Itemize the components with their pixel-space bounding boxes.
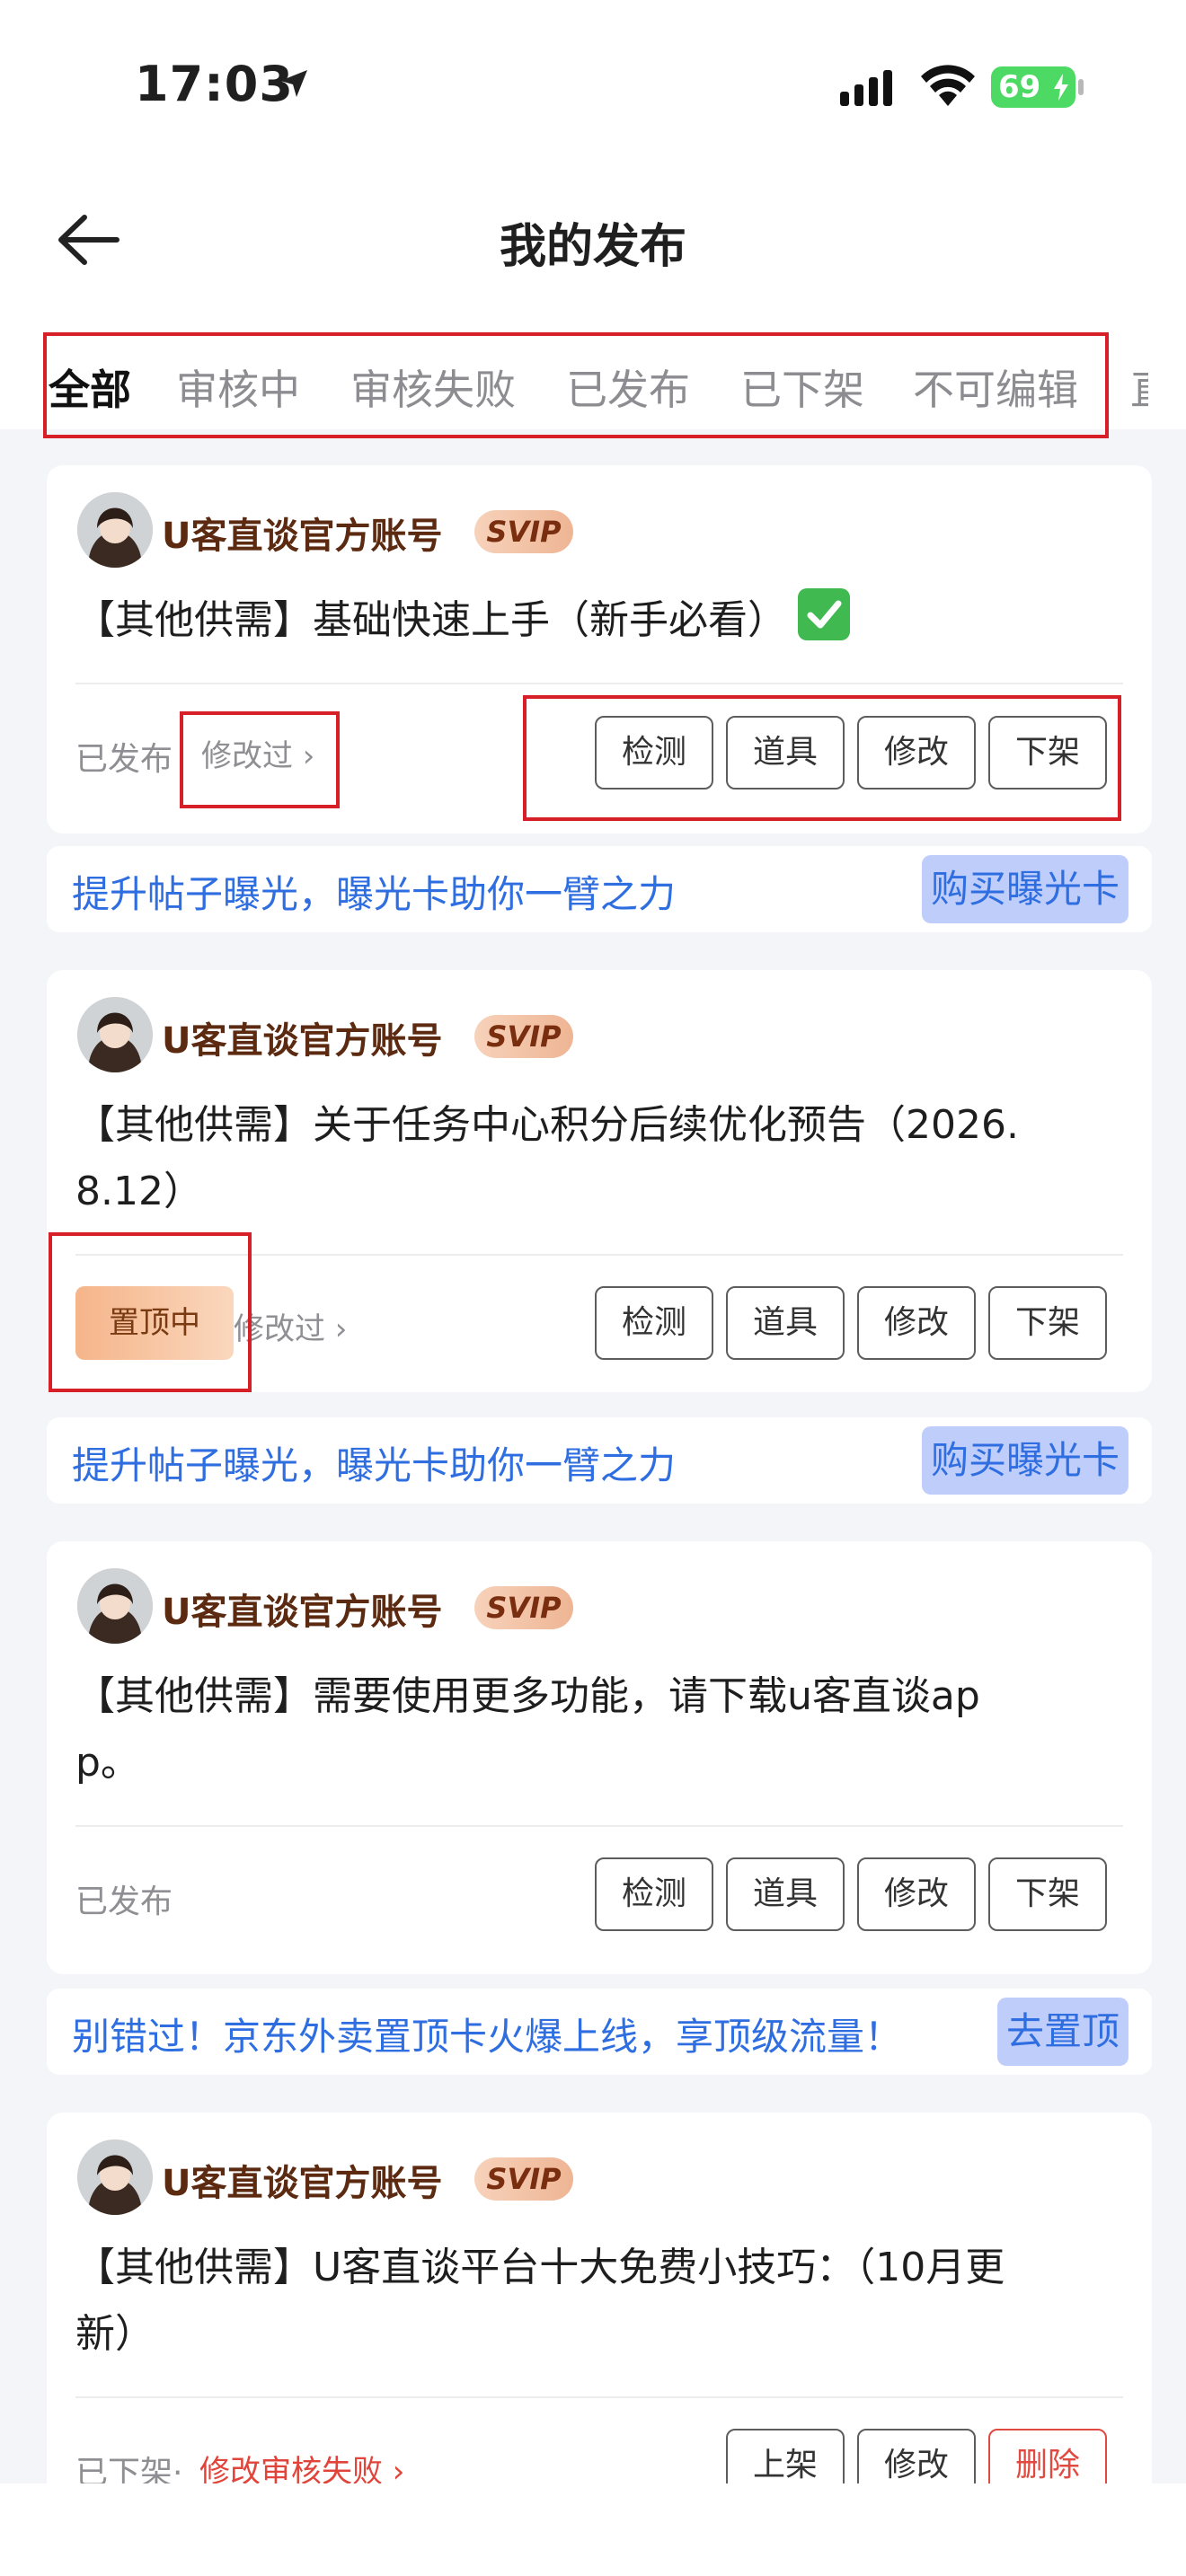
- charging-bolt-icon: [1054, 74, 1068, 101]
- post-username[interactable]: U客直谈官方账号: [162, 1583, 442, 1635]
- status-bar: 17:03 69: [0, 0, 1186, 171]
- tab-partial[interactable]: 直: [1130, 357, 1148, 417]
- post-username[interactable]: U客直谈官方账号: [162, 507, 442, 559]
- post-username[interactable]: U客直谈官方账号: [162, 1011, 442, 1063]
- post-card[interactable]: U客直谈官方账号 SVIP 【其他供需】需要使用更多功能，请下载u客直谈ap p…: [47, 1541, 1152, 1974]
- highlight-box-actions: [523, 695, 1121, 821]
- post-title[interactable]: 【其他供需】基础快速上手（新手必看）: [75, 587, 1127, 654]
- post-title-line: 【其他供需】需要使用更多功能，请下载u客直谈ap: [75, 1673, 980, 1719]
- buy-exposure-card-button[interactable]: 购买曝光卡: [922, 855, 1128, 923]
- battery-icon: 69: [991, 66, 1075, 108]
- post-title[interactable]: 【其他供需】需要使用更多功能，请下载u客直谈ap p。: [75, 1663, 1127, 1796]
- post-title-line: 【其他供需】关于任务中心积分后续优化预告（2026.: [75, 1102, 1019, 1148]
- location-arrow-icon: [280, 70, 307, 97]
- avatar: [77, 492, 153, 568]
- post-title[interactable]: 【其他供需】关于任务中心积分后续优化预告（2026. 8.12）: [75, 1092, 1127, 1225]
- detect-button[interactable]: 检测: [595, 1857, 713, 1931]
- edit-button[interactable]: 修改: [857, 1857, 976, 1931]
- buy-exposure-card-button[interactable]: 购买曝光卡: [922, 1426, 1128, 1495]
- props-button[interactable]: 道具: [726, 1857, 845, 1931]
- post-title-line: 【其他供需】U客直谈平台十大免费小技巧：（10月更: [75, 2245, 1005, 2290]
- svip-badge: SVIP: [474, 1015, 573, 1058]
- post-title-line: 8.12）: [75, 1169, 203, 1214]
- promo-bar: 别错过！京东外卖置顶卡火爆上线，享顶级流量！ 去置顶: [47, 1989, 1152, 2075]
- post-title[interactable]: 【其他供需】U客直谈平台十大免费小技巧：（10月更 新）: [75, 2235, 1127, 2368]
- svip-badge: SVIP: [474, 1586, 573, 1629]
- highlight-box-pinned: [49, 1232, 252, 1392]
- highlight-box-tabs: [43, 332, 1109, 438]
- props-button[interactable]: 道具: [726, 1286, 845, 1360]
- post-title-line: p。: [75, 1740, 140, 1786]
- avatar: [77, 1568, 153, 1644]
- promo-text[interactable]: 提升帖子曝光，曝光卡助你一臂之力: [72, 1435, 676, 1490]
- promo-text[interactable]: 别错过！京东外卖置顶卡火爆上线，享顶级流量！: [72, 2007, 902, 2061]
- post-card[interactable]: U客直谈官方账号 SVIP 【其他供需】U客直谈平台十大免费小技巧：（10月更 …: [47, 2113, 1152, 2544]
- take-down-button[interactable]: 下架: [988, 1286, 1107, 1360]
- page-title: 我的发布: [499, 220, 686, 274]
- post-status: 已发布: [75, 1883, 173, 1920]
- battery-level: 69: [998, 69, 1041, 105]
- highlight-box-modified: [180, 711, 340, 808]
- avatar: [77, 997, 153, 1072]
- bottom-safe-area: [0, 2483, 1186, 2576]
- cellular-signal-icon: [840, 70, 892, 106]
- promo-bar: 提升帖子曝光，曝光卡助你一臂之力 购买曝光卡: [47, 1417, 1152, 1504]
- post-title-line: 新）: [75, 2311, 155, 2357]
- battery-tip: [1078, 79, 1084, 95]
- take-down-button[interactable]: 下架: [988, 1857, 1107, 1931]
- promo-bar: 提升帖子曝光，曝光卡助你一臂之力 购买曝光卡: [47, 846, 1152, 932]
- detect-button[interactable]: 检测: [595, 1286, 713, 1360]
- post-title-text: 【其他供需】基础快速上手（新手必看）: [75, 597, 787, 643]
- avatar: [77, 2139, 153, 2215]
- svip-badge: SVIP: [474, 2157, 573, 2201]
- divider: [75, 683, 1123, 684]
- promo-text[interactable]: 提升帖子曝光，曝光卡助你一臂之力: [72, 864, 676, 919]
- divider: [75, 1825, 1123, 1827]
- go-pin-button[interactable]: 去置顶: [997, 1998, 1128, 2066]
- svip-badge: SVIP: [474, 510, 573, 553]
- wifi-icon: [921, 65, 975, 106]
- edit-button[interactable]: 修改: [857, 1286, 976, 1360]
- divider: [75, 2396, 1123, 2398]
- post-status: 已发布: [75, 741, 173, 778]
- post-username[interactable]: U客直谈官方账号: [162, 2154, 442, 2206]
- status-time: 17:03: [135, 56, 294, 112]
- check-mark-icon: [798, 588, 850, 640]
